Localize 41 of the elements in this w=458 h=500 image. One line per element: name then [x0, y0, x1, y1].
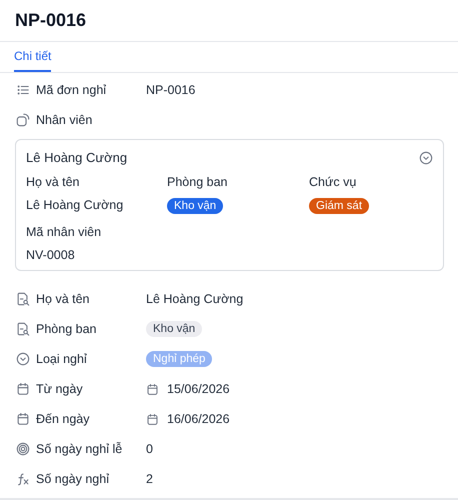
field-label: Phòng ban — [36, 322, 96, 336]
field-label: Chức vụ — [309, 175, 356, 189]
function-icon — [16, 472, 30, 486]
field-label: Đến ngày — [36, 412, 90, 426]
field-label: Mã đơn nghỉ — [36, 83, 106, 97]
field-label: Nhân viên — [36, 113, 92, 127]
field-value: Lê Hoàng Cường — [146, 292, 244, 306]
collapse-toggle[interactable] — [419, 150, 433, 164]
field-label: Từ ngày — [36, 382, 83, 396]
spiral-icon — [16, 442, 30, 456]
chevron-circle-icon — [419, 150, 433, 164]
date-value: 16/06/2026 — [167, 412, 230, 426]
calendar-icon — [146, 412, 159, 426]
field-value: 0 — [146, 442, 153, 456]
field-label: Phòng ban — [167, 175, 228, 189]
field-label: Mã nhân viên — [26, 225, 102, 239]
field-label: Số ngày nghỉ — [36, 472, 109, 486]
field-value: 2 — [146, 472, 153, 486]
field-value: NP-0016 — [146, 83, 196, 97]
field-label: Loại nghỉ — [36, 352, 87, 366]
link-icon — [16, 113, 30, 127]
calendar-icon — [16, 412, 30, 426]
list-icon — [16, 83, 30, 97]
field-value: NV-0008 — [26, 248, 75, 262]
page-title: NP-0016 — [15, 10, 86, 31]
tab[interactable]: Chi tiết — [14, 42, 52, 72]
field-value: Lê Hoàng Cường — [26, 198, 124, 212]
document-search-icon — [16, 322, 30, 336]
field-label: Họ và tên — [26, 175, 80, 189]
card-title: Lê Hoàng Cường — [26, 150, 128, 165]
tag: Giám sát — [309, 198, 370, 214]
calendar-icon — [16, 382, 30, 396]
chevron-circle-icon — [16, 352, 30, 366]
tag: Kho vận — [146, 321, 202, 337]
date-value: 15/06/2026 — [167, 382, 230, 396]
tag: Kho vận — [167, 198, 224, 214]
document-search-icon — [16, 292, 30, 306]
field-label: Họ và tên — [36, 292, 90, 306]
calendar-icon — [146, 382, 159, 396]
field-label: Số ngày nghỉ lễ — [36, 442, 122, 456]
tag: Nghỉ phép — [146, 351, 212, 367]
